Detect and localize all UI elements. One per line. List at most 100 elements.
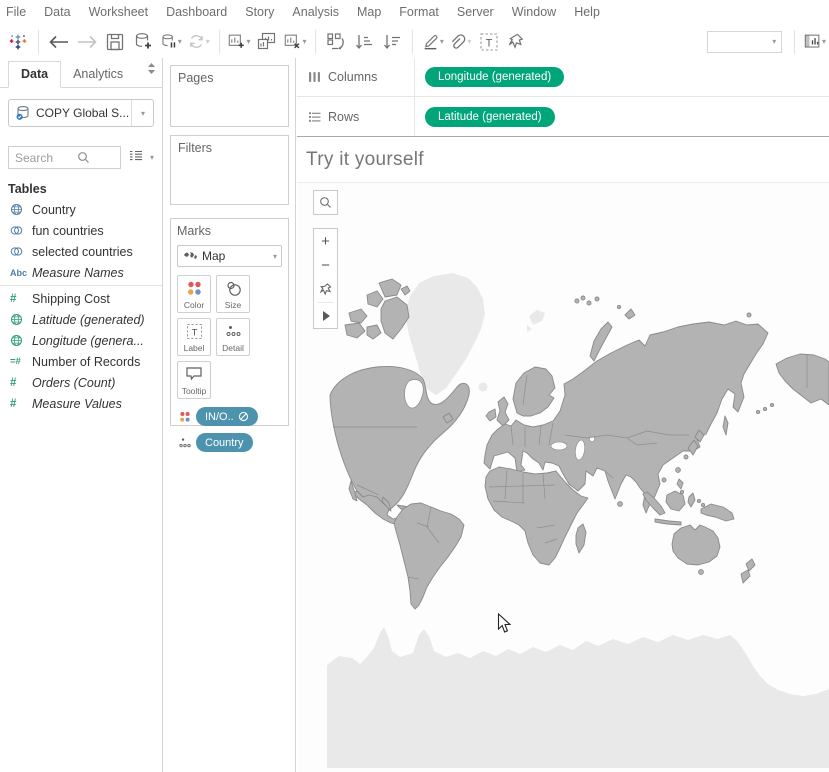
label-icon: T: [186, 323, 203, 340]
swap-rows-columns-button[interactable]: [322, 28, 350, 56]
tab-data[interactable]: Data: [8, 61, 61, 88]
menu-format[interactable]: Format: [390, 5, 448, 19]
menu-analysis[interactable]: Analysis: [283, 5, 348, 19]
svg-text:T: T: [191, 327, 197, 338]
search-icon: [319, 196, 332, 209]
mark-type-dropdown[interactable]: Map ▾: [177, 245, 282, 267]
mark-type-value: Map: [202, 249, 272, 263]
set-pill-icon: [238, 411, 249, 422]
mark-type-caret[interactable]: ▾: [273, 252, 277, 261]
show-me-button[interactable]: ▾: [801, 28, 829, 56]
fit-selector-caret[interactable]: ▾: [772, 37, 776, 46]
datasource-selector[interactable]: COPY Global S... ▾: [8, 99, 154, 127]
zoom-home-pin-button[interactable]: [314, 277, 337, 301]
view-options-caret[interactable]: ▾: [150, 153, 154, 162]
field-orders-count[interactable]: # Orders (Count): [0, 372, 162, 393]
field-longitude-generated[interactable]: Longitude (genera...: [0, 330, 162, 351]
duplicate-sheet-button[interactable]: [253, 28, 281, 56]
clear-sheet-caret[interactable]: ▾: [302, 37, 306, 46]
pages-shelf[interactable]: Pages: [170, 65, 289, 127]
new-worksheet-caret[interactable]: ▾: [246, 37, 250, 46]
field-shipping-cost[interactable]: # Shipping Cost: [0, 288, 162, 309]
run-update-button[interactable]: ▾: [185, 28, 213, 56]
clear-sheet-button[interactable]: ▾: [281, 28, 309, 56]
menu-window[interactable]: Window: [503, 5, 565, 19]
columns-shelf[interactable]: Columns Longitude (generated): [297, 58, 829, 97]
worksheet-title[interactable]: Try it yourself: [297, 149, 424, 171]
show-mark-labels-button[interactable]: T: [475, 28, 503, 56]
save-button[interactable]: [101, 28, 129, 56]
columns-label: Columns: [328, 70, 377, 84]
field-selected-countries[interactable]: selected countries: [0, 241, 162, 262]
rows-shelf-label-cell: Rows: [297, 97, 415, 136]
fix-axes-button[interactable]: [503, 28, 531, 56]
undo-button[interactable]: [45, 28, 73, 56]
antarctica: [327, 627, 829, 768]
field-latitude-generated[interactable]: Latitude (generated): [0, 309, 162, 330]
tab-analytics[interactable]: Analytics: [61, 62, 135, 87]
new-data-source-button[interactable]: [129, 28, 157, 56]
globe-icon: [10, 203, 32, 216]
number-icon: #: [10, 398, 32, 410]
datasource-caret[interactable]: ▾: [131, 100, 153, 126]
datasource-icon: [15, 105, 31, 121]
pause-auto-updates-button[interactable]: ▾: [157, 28, 185, 56]
world-map[interactable]: [297, 183, 829, 772]
menu-bar: File Data Worksheet Dashboard Story Anal…: [0, 0, 829, 24]
worksheet-title-row: Try it yourself: [297, 137, 829, 183]
color-button[interactable]: Color: [177, 275, 211, 313]
highlight-caret[interactable]: ▾: [440, 37, 444, 46]
pause-auto-updates-caret[interactable]: ▾: [178, 37, 182, 46]
label-button[interactable]: T Label: [177, 318, 211, 356]
expand-controls-button[interactable]: [314, 304, 337, 328]
menu-dashboard[interactable]: Dashboard: [157, 5, 236, 19]
map-view[interactable]: + −: [297, 183, 829, 772]
pill-country[interactable]: Country: [196, 433, 253, 452]
show-me-caret[interactable]: ▾: [822, 37, 826, 46]
field-fun-countries[interactable]: fun countries: [0, 220, 162, 241]
sort-ascending-button[interactable]: [350, 28, 378, 56]
size-button[interactable]: Size: [216, 275, 250, 313]
highlight-button[interactable]: ▾: [419, 28, 447, 56]
group-members-button[interactable]: ▾: [447, 28, 475, 56]
menu-help[interactable]: Help: [565, 5, 609, 19]
menu-story[interactable]: Story: [236, 5, 283, 19]
map-zoom-controls: + −: [313, 228, 338, 329]
menu-data[interactable]: Data: [35, 5, 79, 19]
fit-selector[interactable]: ▾: [707, 31, 782, 53]
set-icon: [10, 224, 32, 237]
pill-in-out-set[interactable]: IN/O..: [196, 407, 258, 426]
zoom-out-button[interactable]: −: [314, 253, 337, 277]
search-icon: [77, 151, 90, 164]
menu-map[interactable]: Map: [348, 5, 390, 19]
new-worksheet-button[interactable]: ▾: [225, 28, 253, 56]
group-by-folder-icon[interactable]: [129, 149, 143, 167]
menu-worksheet[interactable]: Worksheet: [80, 5, 158, 19]
rows-label: Rows: [328, 110, 359, 124]
field-number-of-records[interactable]: =# Number of Records: [0, 351, 162, 372]
rows-icon: [308, 111, 321, 123]
map-search-button[interactable]: [313, 190, 338, 215]
detail-shelf-icon: [177, 437, 193, 449]
group-members-caret[interactable]: ▾: [467, 37, 471, 46]
field-search-input[interactable]: [15, 151, 77, 165]
globe-icon: [10, 334, 32, 347]
field-measure-values[interactable]: # Measure Values: [0, 393, 162, 414]
run-update-caret[interactable]: ▾: [206, 37, 210, 46]
pill-longitude-generated[interactable]: Longitude (generated): [425, 67, 564, 87]
field-measure-names[interactable]: Abc Measure Names: [0, 262, 162, 283]
field-search[interactable]: [8, 146, 121, 169]
menu-file[interactable]: File: [0, 5, 35, 19]
field-country[interactable]: Country: [0, 199, 162, 220]
rows-shelf[interactable]: Rows Latitude (generated): [297, 97, 829, 137]
sort-descending-button[interactable]: [378, 28, 406, 56]
pane-sort-icon[interactable]: [147, 61, 156, 87]
controls-divider: [318, 302, 333, 303]
redo-button[interactable]: [73, 28, 101, 56]
detail-button[interactable]: Detail: [216, 318, 250, 356]
filters-shelf[interactable]: Filters: [170, 135, 289, 205]
pill-latitude-generated[interactable]: Latitude (generated): [425, 107, 555, 127]
menu-server[interactable]: Server: [448, 5, 503, 19]
zoom-in-button[interactable]: +: [314, 229, 337, 253]
tooltip-button[interactable]: Tooltip: [177, 361, 211, 399]
